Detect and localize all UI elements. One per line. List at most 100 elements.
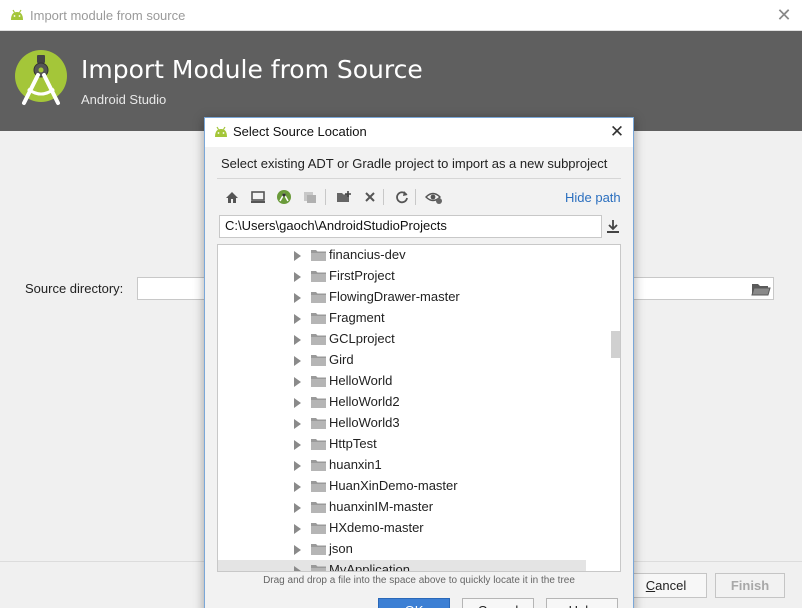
tree-item[interactable]: FirstProject [218, 266, 586, 287]
expand-arrow-icon[interactable] [294, 419, 301, 429]
header-subtitle: Android Studio [81, 92, 167, 107]
source-directory-label: Source directory: [25, 281, 124, 296]
show-hidden-icon[interactable] [425, 187, 443, 207]
tree-item-label: HelloWorld [329, 373, 393, 388]
tree-item[interactable]: FlowingDrawer-master [218, 287, 586, 308]
tree-item[interactable]: json [218, 539, 586, 560]
header-banner: Import Module from Source Android Studio [0, 31, 802, 131]
header-title: Import Module from Source [81, 55, 423, 84]
folder-icon [311, 459, 326, 471]
tree-item[interactable]: HuanXinDemo-master [218, 476, 586, 497]
tree-scrollbar-thumb[interactable] [611, 331, 620, 358]
tree-item[interactable]: HXdemo-master [218, 518, 586, 539]
file-tree[interactable]: financius-dev FirstProject FlowingDrawer-m… [217, 244, 621, 572]
android-icon [9, 9, 25, 24]
window-close-button[interactable]: ✕ [774, 5, 794, 25]
folder-icon [311, 564, 326, 571]
window-title: Import module from source [30, 8, 186, 23]
tree-item[interactable]: financius-dev [218, 245, 586, 266]
expand-arrow-icon[interactable] [294, 398, 301, 408]
hide-path-link[interactable]: Hide path [565, 190, 621, 205]
path-input[interactable]: C:\Users\gaoch\AndroidStudioProjects [219, 215, 602, 238]
expand-arrow-icon[interactable] [294, 503, 301, 513]
cancel-mnemonic: C [645, 578, 656, 593]
expand-arrow-icon[interactable] [294, 524, 301, 534]
expand-arrow-icon[interactable] [294, 545, 301, 555]
folder-icon [311, 522, 326, 534]
help-button[interactable]: Help [546, 598, 618, 608]
delete-icon[interactable] [361, 187, 379, 207]
expand-arrow-icon[interactable] [294, 272, 301, 282]
cancel-button[interactable]: Cancel [625, 573, 707, 598]
tree-item-label: FlowingDrawer-master [329, 289, 460, 304]
tree-item-label: HXdemo-master [329, 520, 424, 535]
tree-item[interactable]: HttpTest [218, 434, 586, 455]
select-source-dialog: Select Source Location ✕ Select existing… [204, 117, 634, 608]
tree-item-label: FirstProject [329, 268, 395, 283]
home-icon[interactable] [223, 187, 241, 207]
desktop-icon[interactable] [249, 187, 267, 207]
refresh-icon[interactable] [393, 187, 411, 207]
tree-item-label: HelloWorld3 [329, 415, 400, 430]
tree-item[interactable]: GCLproject [218, 329, 586, 350]
window-titlebar: Import module from source ✕ [0, 0, 802, 31]
expand-arrow-icon[interactable] [294, 461, 301, 471]
tree-item-label: HttpTest [329, 436, 377, 451]
browse-folder-icon[interactable] [751, 281, 771, 297]
tree-item[interactable]: HelloWorld2 [218, 392, 586, 413]
expand-arrow-icon[interactable] [294, 356, 301, 366]
folder-icon [311, 417, 326, 429]
dialog-close-button[interactable]: ✕ [607, 122, 627, 142]
new-folder-icon[interactable] [335, 187, 353, 207]
tree-item-label: HelloWorld2 [329, 394, 400, 409]
finish-button[interactable]: Finish [715, 573, 785, 598]
tree-item-label: financius-dev [329, 247, 406, 262]
expand-arrow-icon[interactable] [294, 482, 301, 492]
folder-icon [311, 396, 326, 408]
tree-item-label: Gird [329, 352, 354, 367]
expand-arrow-icon[interactable] [294, 440, 301, 450]
tree-item-label: MyApplication [329, 562, 410, 572]
divider [217, 178, 621, 179]
expand-arrow-icon[interactable] [294, 314, 301, 324]
tree-item[interactable]: HelloWorld3 [218, 413, 586, 434]
tree-item-label: GCLproject [329, 331, 395, 346]
tree-item[interactable]: MyApplication [218, 560, 586, 572]
ok-button[interactable]: OK [378, 598, 450, 608]
expand-arrow-icon[interactable] [294, 566, 301, 571]
expand-arrow-icon[interactable] [294, 293, 301, 303]
toolbar-separator [415, 189, 416, 205]
folder-icon [311, 270, 326, 282]
tree-item-label: json [329, 541, 353, 556]
folder-icon [311, 480, 326, 492]
dialog-title: Select Source Location [233, 124, 367, 139]
folder-icon [311, 291, 326, 303]
tree-item[interactable]: Gird [218, 350, 586, 371]
android-studio-logo [14, 49, 68, 113]
android-icon [213, 126, 229, 141]
dialog-titlebar: Select Source Location ✕ [205, 118, 633, 147]
folder-icon [311, 375, 326, 387]
cancel-label-rest: ancel [655, 578, 687, 593]
module-icon[interactable] [301, 187, 319, 207]
folder-icon [311, 249, 326, 261]
dialog-cancel-button[interactable]: Cancel [462, 598, 534, 608]
tree-item[interactable]: huanxinIM-master [218, 497, 586, 518]
folder-icon [311, 354, 326, 366]
tree-item[interactable]: huanxin1 [218, 455, 586, 476]
expand-arrow-icon[interactable] [294, 251, 301, 261]
folder-icon [311, 501, 326, 513]
android-project-icon[interactable] [275, 187, 293, 207]
expand-arrow-icon[interactable] [294, 335, 301, 345]
folder-icon [311, 333, 326, 345]
folder-icon [311, 438, 326, 450]
tree-item-label: Fragment [329, 310, 385, 325]
tree-item-label: HuanXinDemo-master [329, 478, 458, 493]
download-icon[interactable] [605, 218, 621, 234]
folder-icon [311, 543, 326, 555]
tree-item[interactable]: Fragment [218, 308, 586, 329]
tree-item[interactable]: HelloWorld [218, 371, 586, 392]
tree-item-label: huanxin1 [329, 457, 382, 472]
dialog-description: Select existing ADT or Gradle project to… [221, 156, 608, 171]
expand-arrow-icon[interactable] [294, 377, 301, 387]
